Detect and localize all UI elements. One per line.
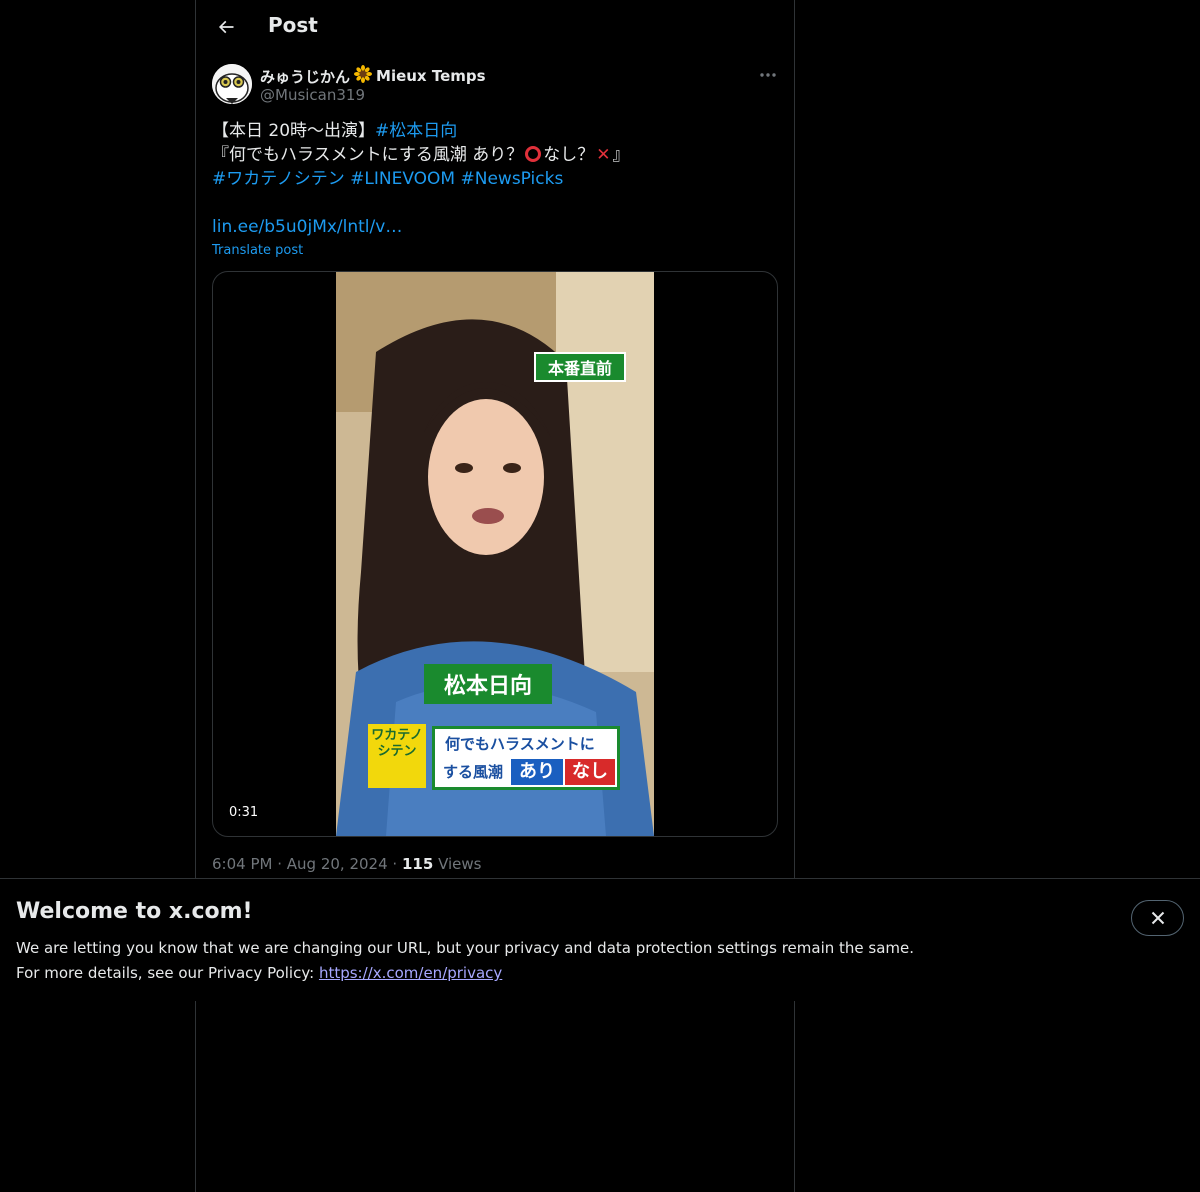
author-handle[interactable]: @Musican319: [260, 86, 365, 104]
banner-title: Welcome to x.com!: [16, 899, 253, 924]
hashtag-link[interactable]: #LINEVOOM: [350, 169, 455, 189]
banner-text: We are letting you know that we are chan…: [16, 936, 1016, 986]
views-label: Views: [438, 855, 482, 873]
post-text-line-2: 『何でもハラスメントにする風潮 あり？ なし？ ✕』: [212, 143, 772, 167]
author-display-name[interactable]: みゅうじかん Mieux Temps: [260, 65, 486, 87]
more-options-button[interactable]: [756, 64, 780, 86]
post-time[interactable]: 6:04 PM: [212, 855, 272, 873]
close-icon: [1151, 911, 1164, 925]
post-text-line-3: #ワカテノシテン #LINEVOOM #NewsPicks: [212, 167, 772, 191]
overlay-nashi: なし: [565, 759, 615, 785]
views-count: 115: [401, 855, 434, 873]
header: Post: [196, 0, 794, 54]
post-metadata: 6:04 PM · Aug 20, 2024 · 115 Views: [212, 855, 481, 873]
translate-post-link[interactable]: Translate post: [212, 243, 303, 258]
post-text-line-5: lin.ee/b5u0jMx/lntl/v…: [212, 215, 772, 239]
hashtag-link[interactable]: #NewsPicks: [461, 169, 564, 189]
overlay-ari: あり: [511, 759, 563, 785]
text-segment: 『何でもハラスメントにする風潮 あり？: [212, 145, 524, 165]
overlay-caption-line-1: 何でもハラスメントに: [445, 735, 595, 753]
red-circle-icon: [525, 146, 542, 162]
post-text-line-1: 【本日 20時〜出演】#松本日向: [212, 119, 772, 143]
external-link[interactable]: lin.ee/b5u0jMx/lntl/v…: [212, 217, 402, 237]
author-name-suffix: Mieux Temps: [376, 67, 486, 85]
overlay-caption-line-2: する風潮: [443, 763, 504, 781]
back-button[interactable]: [210, 11, 242, 43]
primary-column: Post みゅうじかん Mieux Temps @Musican319 【本日 …: [195, 0, 795, 1192]
back-arrow-icon: [218, 20, 234, 34]
separator: ·: [392, 855, 402, 873]
overlay-top-label: 本番直前: [534, 352, 626, 382]
privacy-policy-link[interactable]: https://x.com/en/privacy: [319, 964, 502, 982]
video-player[interactable]: 本番直前 松本日向 ワカテノシテン 何でもハラスメントに する風潮 あり なし …: [212, 271, 778, 837]
video-duration: 0:31: [223, 803, 265, 822]
banner-line-1: We are letting you know that we are chan…: [16, 939, 915, 957]
overlay-caption-box: 何でもハラスメントに する風潮 あり なし: [432, 726, 620, 790]
video-frame: 本番直前 松本日向 ワカテノシテン 何でもハラスメントに する風潮 あり なし: [336, 272, 654, 836]
welcome-banner: Welcome to x.com! We are letting you kno…: [0, 878, 1200, 1001]
sunflower-icon: [354, 65, 373, 87]
separator: ·: [277, 855, 287, 873]
avatar[interactable]: [212, 64, 252, 104]
avatar-image: [212, 64, 252, 104]
more-icon: [760, 73, 776, 77]
overlay-name-label: 松本日向: [424, 664, 552, 704]
cross-mark-icon: ✕: [596, 145, 611, 165]
page-title: Post: [268, 13, 318, 37]
post-date[interactable]: Aug 20, 2024: [287, 855, 388, 873]
banner-line-2-prefix: For more details, see our Privacy Policy…: [16, 964, 319, 982]
author-name: みゅうじかん: [260, 67, 351, 86]
post-text: 【本日 20時〜出演】#松本日向 『何でもハラスメントにする風潮 あり？ なし？ ✕…: [212, 119, 772, 239]
text-segment: 』: [612, 145, 630, 165]
hashtag-link[interactable]: #松本日向: [375, 121, 457, 141]
overlay-logo: ワカテノシテン: [368, 724, 426, 788]
close-banner-button[interactable]: [1131, 900, 1184, 936]
text-segment: なし？: [543, 145, 595, 165]
banner-line-2: For more details, see our Privacy Policy…: [16, 961, 1016, 986]
text-segment: 【本日 20時〜出演】: [212, 121, 376, 141]
hashtag-link[interactable]: #ワカテノシテン: [212, 169, 345, 189]
